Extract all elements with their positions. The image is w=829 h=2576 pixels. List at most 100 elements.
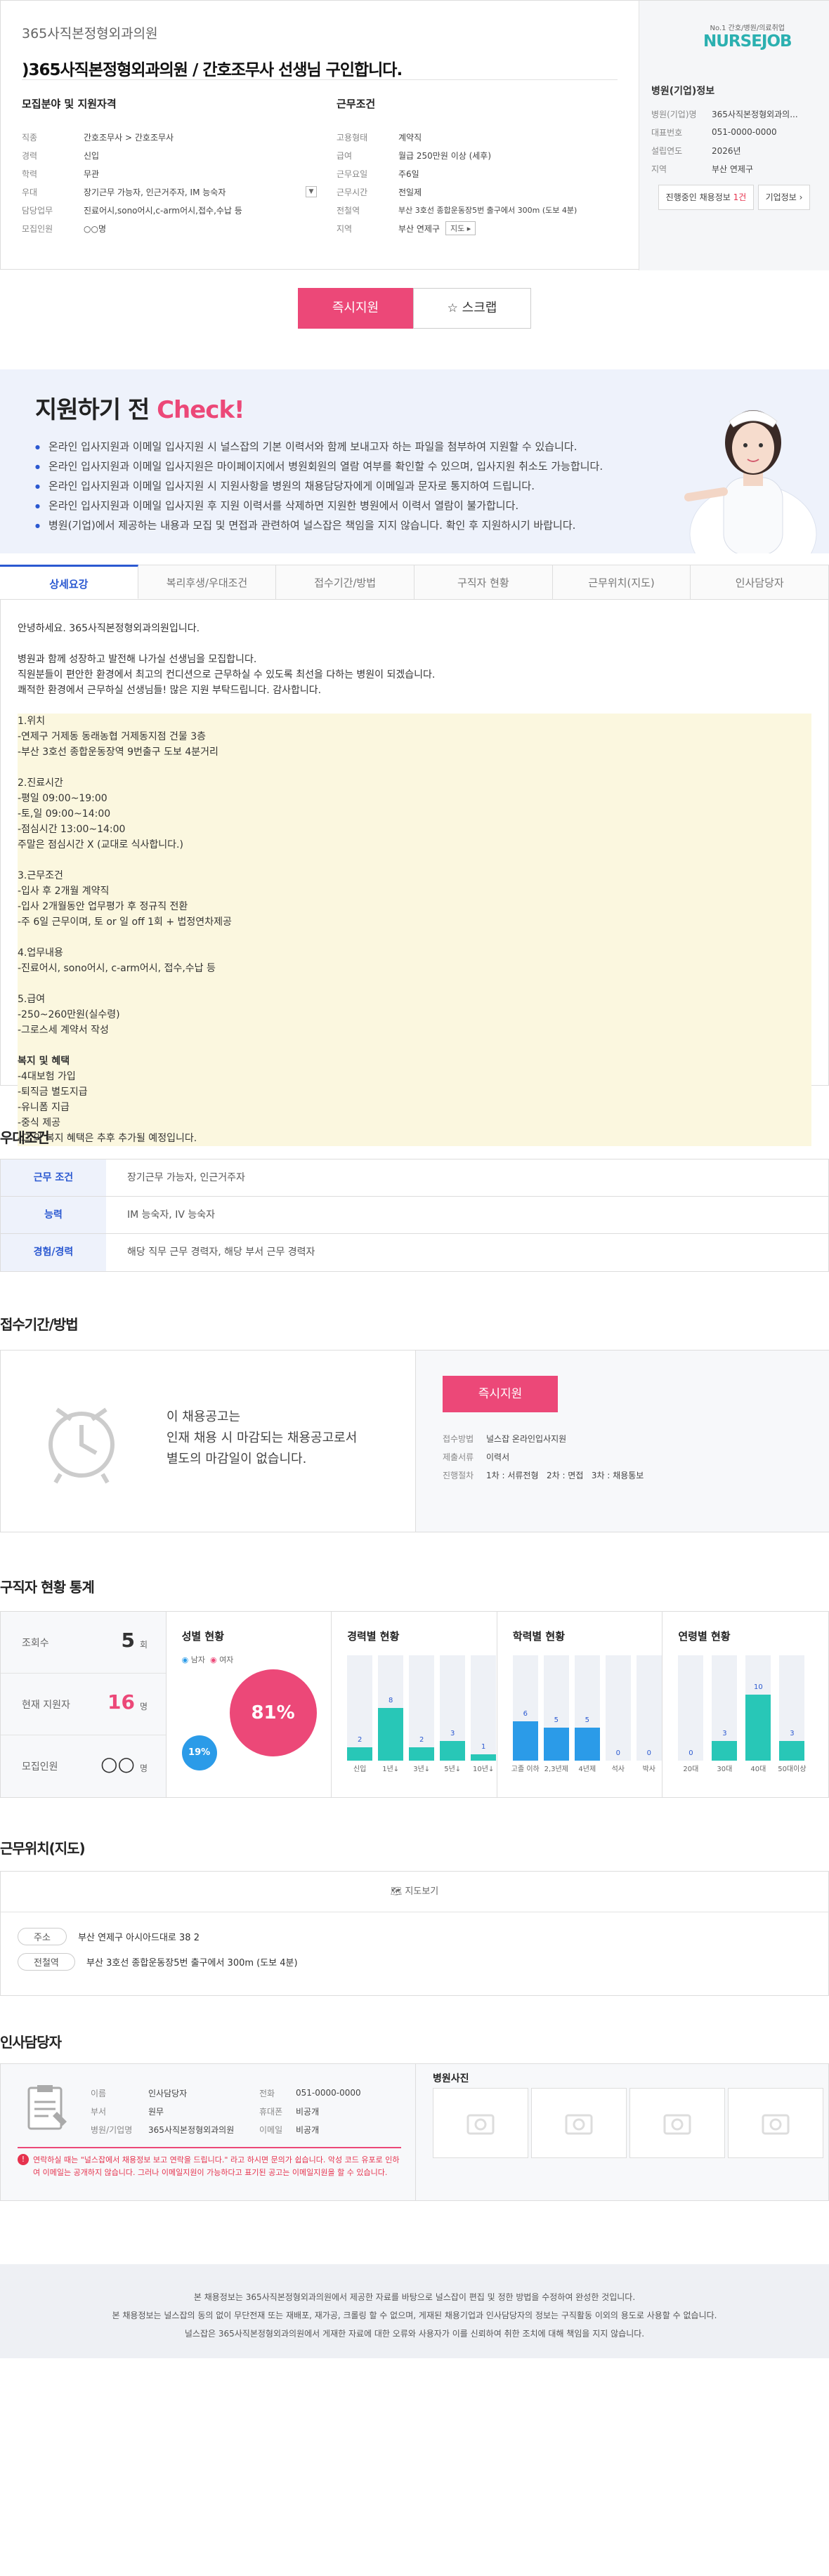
banner-item: 온라인 입사지원과 이메일 입사지원 시 널스잡의 기본 이력서와 함께 보내고… [35,437,603,456]
work-row: 고용형태 계약직 [337,132,422,143]
edu-bar-label: 고졸 이하 [511,1766,540,1773]
age-bar-label: 40대 [750,1766,766,1773]
tab-detail[interactable]: 상세요강 [0,565,138,599]
map-icon: 🗺 [390,1886,403,1897]
period-box: 이 채용공고는 인재 채용 시 마감되는 채용공고로서 별도의 마감일이 없습니… [0,1350,829,1532]
expand-icon[interactable]: ▼ [306,186,317,197]
description-line: 2.진료시간 [18,775,811,791]
description-line: 5.급여 [18,992,811,1007]
description-line: 주말은 점심시간 X (교대로 식사합니다.) [18,837,811,853]
description-line [18,1038,811,1053]
recruit-row: 학력 무관 [22,169,100,179]
apply-now-button[interactable]: 즉시지원 [298,288,413,329]
summary-label: 조회수 [22,1638,49,1649]
location-row: 주소 부산 연제구 아시아드대로 38 2 [18,1928,200,1945]
recruit-row: 경력 신입 [22,150,100,161]
career-bar-value: 8 [389,1697,393,1704]
career-bar-value: 3 [450,1730,455,1737]
pref-row: 능력 IM 능숙자, IV 능숙자 [1,1197,828,1234]
tab-benefits[interactable]: 복리후생/우대조건 [138,565,277,599]
description-line: -평일 09:00~19:00 [18,791,811,806]
job-title: )365사직본정형외과의원 / 간호조무사 선생님 구인합니다. [22,61,403,79]
tab-applicants[interactable]: 구직자 현황 [414,565,553,599]
job-summary-card: 365사직본정형외과의원 )365사직본정형외과의원 / 간호조무사 선생님 구… [0,0,829,270]
description-line: 1.위치 [18,714,811,729]
manager-title: 인사담당자 [0,2034,62,2051]
period-apply-button[interactable]: 즉시지원 [443,1376,558,1412]
footer-line: 널스잡은 365사직본정형외과의원에서 게재한 자료에 대한 오류와 사용자가 … [184,2329,645,2339]
edu-bar-value: 0 [615,1749,620,1757]
description-line: -유니폼 지급 [18,1100,811,1115]
recruit-row: 모집인원 ○○명 [22,223,106,234]
map-view-button[interactable]: 🗺 지도보기 [1,1872,828,1912]
career-bar-track [409,1655,435,1761]
hospital-name[interactable]: 365사직본정형외과의원 [22,23,618,42]
career-bar-track [347,1655,373,1761]
stats-summary-row: 현재 지원자 16 명 [1,1674,166,1735]
description-line: 복지 및 혜택 [18,1053,811,1069]
description-line [18,698,811,714]
photo-placeholder[interactable] [728,2088,823,2158]
summary-value: 5 [121,1629,135,1652]
description-line [18,853,811,868]
banner-item: 병원(기업)에서 제공하는 내용과 모집 및 면접과 관련하여 널스잡은 책임을… [35,515,603,535]
recruit-row: 담당업무 진료어시,sono어시,c-arm어시,접수,수납 등 [22,205,242,216]
career-bar-label: 10년↓ [473,1766,495,1773]
tab-manager[interactable]: 인사담당자 [691,565,829,599]
tab-period[interactable]: 접수기간/방법 [276,565,415,599]
age-stats: 연령별 현황 0 20대 3 30대 10 40대 3 50대이상 [662,1612,828,1797]
stats-title: 구직자 현황 통계 [0,1579,95,1596]
career-bar-label: 5년↓ [444,1766,462,1773]
career-bar-label: 3년↓ [413,1766,431,1773]
location-row: 전철역 부산 3호선 종합운동장5번 출구에서 300m (도보 4분) [18,1953,298,1971]
description-line: -250~260만원(실수령) [18,1007,811,1023]
banner-item: 온라인 입사지원과 이메일 입사지원은 마이페이지에서 병원회원의 열람 여부를… [35,456,603,476]
description-line [18,760,811,775]
company-info-button[interactable]: 기업정보 › [758,185,810,210]
ongoing-jobs-button[interactable]: 진행중인 채용정보 1건 [658,185,754,210]
edu-bar-label: 박사 [642,1766,655,1773]
edu-bar-track [636,1655,662,1761]
edu-bar-label: 석사 [611,1766,625,1773]
company-row: 설립연도 2026년 [651,145,741,156]
work-row: 근무시간 전일제 [337,187,422,197]
edu-bar-label: 4년제 [578,1766,596,1773]
career-bar [378,1708,404,1761]
always-open-notice: 이 채용공고는 인재 채용 시 마감되는 채용공고로서 별도의 마감일이 없습니… [167,1409,358,1466]
nursejob-logo[interactable]: No.1 간호/병원/의료취업 NURSEJOB [703,22,792,51]
work-row: 전철역 부산 3호선 종합운동장5번 출구에서 300m (도보 4분) [337,205,577,216]
career-bar [440,1741,466,1761]
nurse-illustration [684,410,817,553]
work-row: 근무요일 주6일 [337,169,419,179]
career-bar-label: 1년↓ [382,1766,400,1773]
company-row: 지역 부산 연제구 [651,164,754,174]
edu-bar-label: 2,3년제 [544,1766,568,1773]
edu-bar-value: 6 [523,1710,528,1718]
photo-placeholder[interactable] [433,2088,528,2158]
location-title: 근무위치(지도) [0,1840,86,1857]
scrap-button[interactable]: ☆ 스크랩 [413,288,531,329]
company-row: 대표번호 051-0000-0000 [651,127,777,138]
photo-placeholder[interactable] [629,2088,725,2158]
female-bubble: 81% [229,1669,317,1756]
company-info: 병원(기업)정보 병원(기업)명 365사직본정형외과의... 대표번호 051-0… [651,84,817,178]
edu-bar [512,1721,538,1761]
footer-line: 본 채용정보는 365사직본정형외과의원에서 제공한 자료를 바탕으로 널스잡이… [193,2292,636,2302]
document-icon [27,2085,67,2130]
gender-stats: 성별 현황 ◉ 남자 ◉ 여자 19% 81% [167,1612,332,1797]
recruit-row: 직종 간호조무사 > 간호조무사 [22,132,174,143]
photo-placeholder[interactable] [531,2088,627,2158]
manager-right: 전화 051-0000-0000 휴대폰 비공개 이메일 비공개 [259,2088,361,2135]
description-line: -진료어시, sono어시, c-arm어시, 접수,수납 등 [18,961,811,976]
age-bar [712,1741,738,1761]
description-line: -부산 3호선 종합운동장역 9번출구 도보 4분거리 [18,744,811,760]
banner-item: 온라인 입사지원과 이메일 입사지원 시 지원사항을 병원의 채용담당자에게 이… [35,476,603,496]
age-bar-label: 20대 [683,1766,699,1773]
map-button[interactable]: 지도 ▸ [445,221,476,235]
description-line: -퇴직금 별도지급 [18,1084,811,1100]
male-bubble: 19% [181,1735,217,1770]
career-bar-value: 2 [358,1736,363,1744]
tab-location[interactable]: 근무위치(지도) [552,565,691,599]
description-line: -4대보험 가입 [18,1069,811,1084]
pref-title: 우대조건 [0,1129,50,1146]
